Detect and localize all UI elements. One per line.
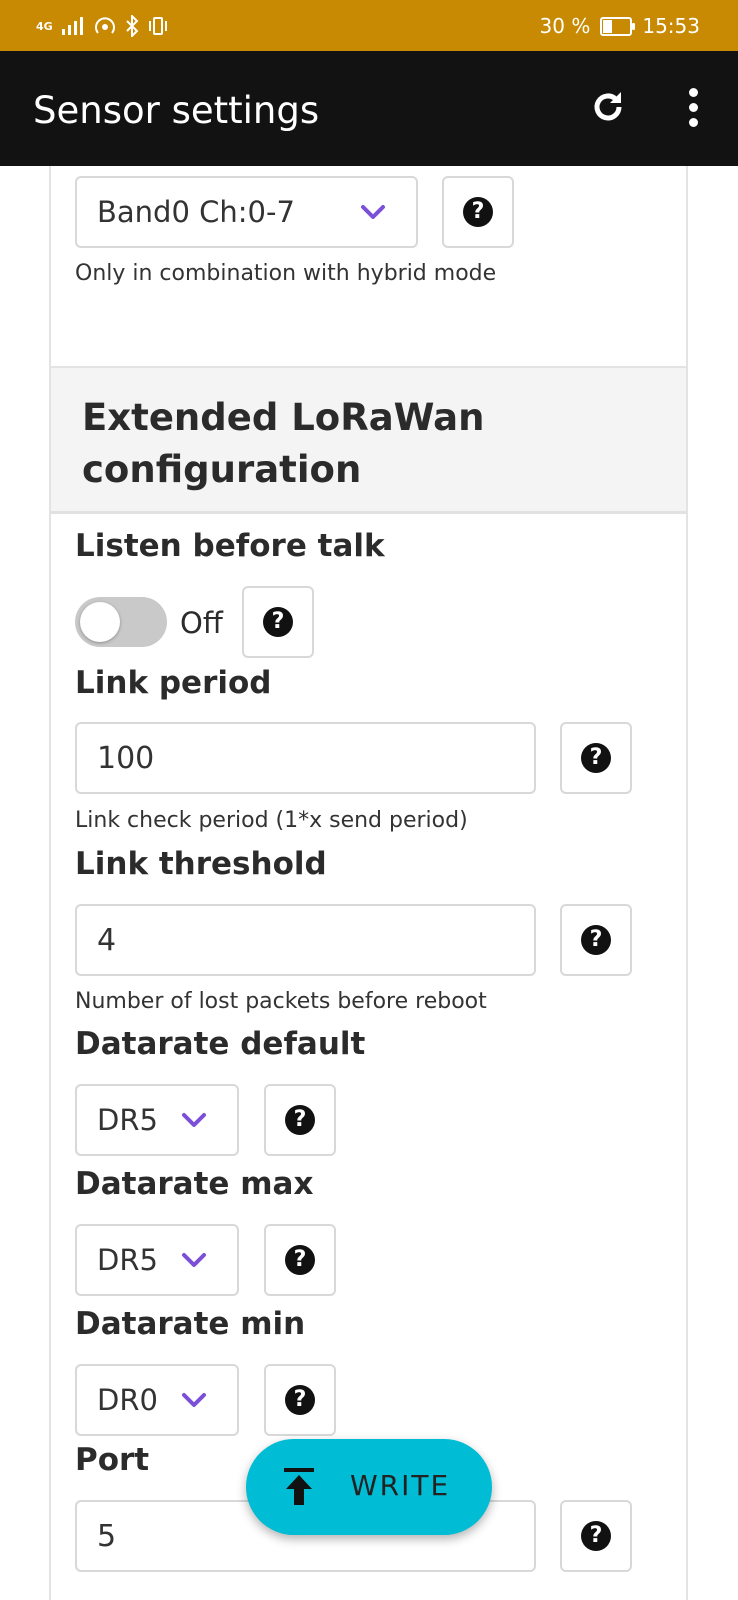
status-bar: 4G 30 % 15:53 — [0, 0, 738, 51]
datarate-min-select[interactable]: DR0 — [75, 1364, 239, 1436]
more-vert-icon — [688, 87, 698, 97]
help-icon: ? — [581, 925, 611, 955]
chevron-down-icon — [181, 1112, 207, 1128]
datarate-max-select[interactable]: DR5 — [75, 1224, 239, 1296]
chevron-down-icon — [181, 1252, 207, 1268]
hotspot-icon — [94, 17, 115, 34]
datarate-max-value: DR5 — [97, 1243, 158, 1277]
card-header: Extended LoRaWan configuration — [51, 368, 686, 514]
band-select[interactable]: Band0 Ch:0-7 — [75, 176, 418, 248]
help-icon: ? — [285, 1245, 315, 1275]
more-dot — [688, 102, 698, 112]
band-select-value: Band0 Ch:0-7 — [97, 195, 295, 229]
link-threshold-hint: Number of lost packets before reboot — [75, 989, 487, 1014]
listen-before-talk-label: Listen before talk — [75, 528, 385, 564]
write-button-label: WRITE — [350, 1469, 451, 1502]
port-value: 5 — [97, 1518, 117, 1554]
vibrate-icon — [148, 17, 167, 35]
status-icons: 4G — [36, 14, 169, 38]
help-icon: ? — [263, 607, 293, 637]
network-type: 4G — [36, 19, 53, 33]
page-title: Sensor settings — [33, 89, 320, 132]
link-period-input[interactable]: 100 — [75, 722, 536, 794]
datarate-max-help-button[interactable]: ? — [264, 1224, 336, 1296]
help-icon: ? — [581, 1521, 611, 1551]
refresh-icon — [594, 92, 622, 121]
port-help-button[interactable]: ? — [560, 1500, 632, 1572]
band-help-button[interactable]: ? — [442, 176, 514, 248]
datarate-default-label: Datarate default — [75, 1026, 366, 1062]
upload-icon — [284, 1468, 314, 1505]
bluetooth-icon — [125, 15, 139, 37]
chevron-down-icon — [181, 1392, 207, 1408]
datarate-max-label: Datarate max — [75, 1166, 314, 1202]
chevron-down-icon — [360, 204, 386, 220]
link-threshold-input[interactable]: 4 — [75, 904, 536, 976]
listen-before-talk-toggle[interactable] — [75, 597, 167, 647]
clock: 15:53 — [642, 14, 700, 38]
help-icon: ? — [285, 1105, 315, 1135]
link-threshold-value: 4 — [97, 922, 117, 958]
datarate-min-label: Datarate min — [75, 1306, 306, 1342]
band-hint: Only in combination with hybrid mode — [75, 261, 497, 286]
port-label: Port — [75, 1442, 150, 1478]
link-period-value: 100 — [97, 740, 155, 776]
help-icon: ? — [285, 1385, 315, 1415]
card-title: Extended LoRaWan configuration — [82, 396, 485, 491]
more-menu-button[interactable] — [673, 81, 713, 133]
listen-before-talk-state: Off — [180, 606, 223, 640]
battery-percent: 30 % — [539, 14, 591, 38]
link-period-help-button[interactable]: ? — [560, 722, 632, 794]
refresh-button[interactable] — [582, 81, 634, 133]
help-icon: ? — [581, 743, 611, 773]
listen-before-talk-help-button[interactable]: ? — [242, 586, 314, 658]
battery-fill — [603, 19, 612, 33]
datarate-min-help-button[interactable]: ? — [264, 1364, 336, 1436]
more-dot — [688, 117, 698, 127]
settings-content[interactable]: Band0 Ch:0-7 ? Only in combination with … — [0, 166, 738, 1600]
battery-icon — [600, 16, 636, 36]
link-threshold-help-button[interactable]: ? — [560, 904, 632, 976]
toggle-knob — [80, 602, 120, 642]
link-threshold-label: Link threshold — [75, 846, 327, 882]
datarate-default-help-button[interactable]: ? — [264, 1084, 336, 1156]
link-period-hint: Link check period (1*x send period) — [75, 808, 468, 833]
write-button[interactable]: WRITE — [246, 1439, 492, 1535]
datarate-min-value: DR0 — [97, 1383, 158, 1417]
app-bar: Sensor settings — [0, 51, 738, 166]
datarate-default-select[interactable]: DR5 — [75, 1084, 239, 1156]
help-icon: ? — [463, 197, 493, 227]
signal-icon — [61, 17, 83, 35]
link-period-label: Link period — [75, 665, 272, 701]
status-right: 30 % 15:53 — [540, 12, 700, 40]
datarate-default-value: DR5 — [97, 1103, 158, 1137]
